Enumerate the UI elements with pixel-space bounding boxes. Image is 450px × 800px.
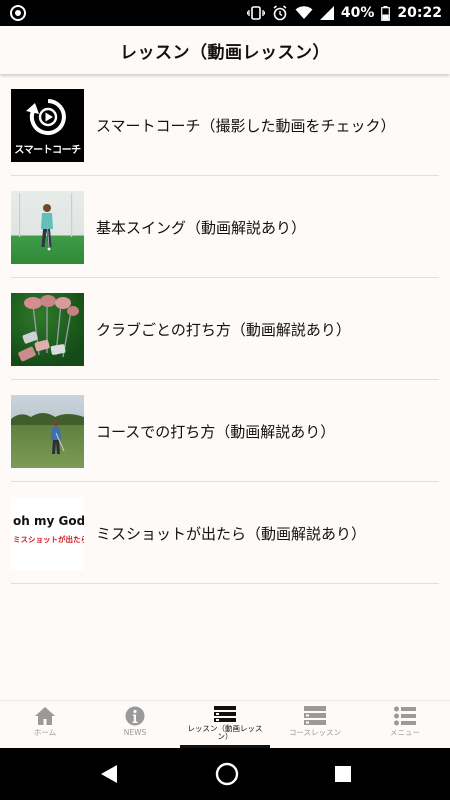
thumbnail-line2: ミスショットが出たら...: [13, 534, 84, 544]
lesson-list-icon: [214, 706, 236, 722]
vibrate-icon: [246, 6, 265, 20]
list-item-label: コースでの打ち方（動画解説あり）: [96, 422, 336, 441]
tab-label: ホーム: [33, 728, 57, 737]
smart-coach-thumbnail: スマートコーチ: [11, 88, 84, 162]
bottom-tab-bar: ホーム NEWS レッスン（動画レッスン） コースレッスン メニュー: [0, 700, 450, 748]
course-play-thumbnail: [11, 394, 84, 468]
list-item-club-technique[interactable]: クラブごとの打ち方（動画解説あり）: [0, 278, 450, 380]
thumbnail-line1: oh my God!!: [13, 513, 84, 528]
app-header: レッスン（動画レッスン）: [0, 26, 450, 74]
recents-icon[interactable]: [334, 765, 352, 783]
tab-label: レッスン（動画レッスン）: [187, 724, 263, 741]
club-technique-thumbnail: [11, 292, 84, 366]
list-item-smart-coach[interactable]: スマートコーチ スマートコーチ（撮影した動画をチェック）: [0, 74, 450, 176]
tab-news[interactable]: NEWS: [90, 701, 180, 748]
tab-lesson[interactable]: レッスン（動画レッスン）: [180, 701, 270, 748]
basic-swing-thumbnail: [11, 190, 84, 264]
list-item-label: スマートコーチ（撮影した動画をチェック）: [96, 116, 396, 135]
list-item-label: ミスショットが出たら（動画解説あり）: [96, 524, 367, 543]
system-nav-bar: [0, 748, 450, 800]
page-title: レッスン（動画レッスン）: [120, 42, 330, 63]
status-bar: 40% 20:22: [0, 0, 450, 26]
menu-icon: [394, 706, 416, 726]
battery-level: 40%: [340, 5, 375, 21]
alarm-icon: [272, 5, 288, 21]
list-item-miss-shot[interactable]: oh my God!! ミスショットが出たら... ミスショットが出たら（動画解…: [0, 482, 450, 584]
replay-play-icon: [25, 98, 66, 135]
tab-home[interactable]: ホーム: [0, 701, 90, 748]
tab-course-lesson[interactable]: コースレッスン: [270, 701, 360, 748]
lesson-list: スマートコーチ スマートコーチ（撮影した動画をチェック） 基本スイング（動画解説…: [0, 74, 450, 584]
tab-label: メニュー: [390, 728, 420, 737]
list-item-label: クラブごとの打ち方（動画解説あり）: [96, 320, 351, 339]
info-icon: [125, 706, 145, 726]
back-icon[interactable]: [98, 763, 120, 785]
home-button-icon[interactable]: [215, 762, 239, 786]
tab-menu[interactable]: メニュー: [360, 701, 450, 748]
home-icon: [35, 707, 55, 725]
list-item-course-play[interactable]: コースでの打ち方（動画解説あり）: [0, 380, 450, 482]
tab-label: NEWS: [123, 728, 147, 737]
course-list-icon: [304, 706, 326, 725]
list-item-basic-swing[interactable]: 基本スイング（動画解説あり）: [0, 176, 450, 278]
miss-shot-thumbnail: oh my God!! ミスショットが出たら...: [11, 496, 84, 570]
wifi-icon: [295, 6, 313, 20]
battery-icon: [381, 5, 391, 21]
thumbnail-caption: スマートコーチ: [14, 144, 81, 156]
clock: 20:22: [397, 5, 442, 21]
list-item-label: 基本スイング（動画解説あり）: [96, 218, 307, 237]
tab-label: コースレッスン: [288, 728, 342, 737]
signal-icon: [319, 6, 334, 20]
notification-circle-icon: [10, 5, 26, 21]
